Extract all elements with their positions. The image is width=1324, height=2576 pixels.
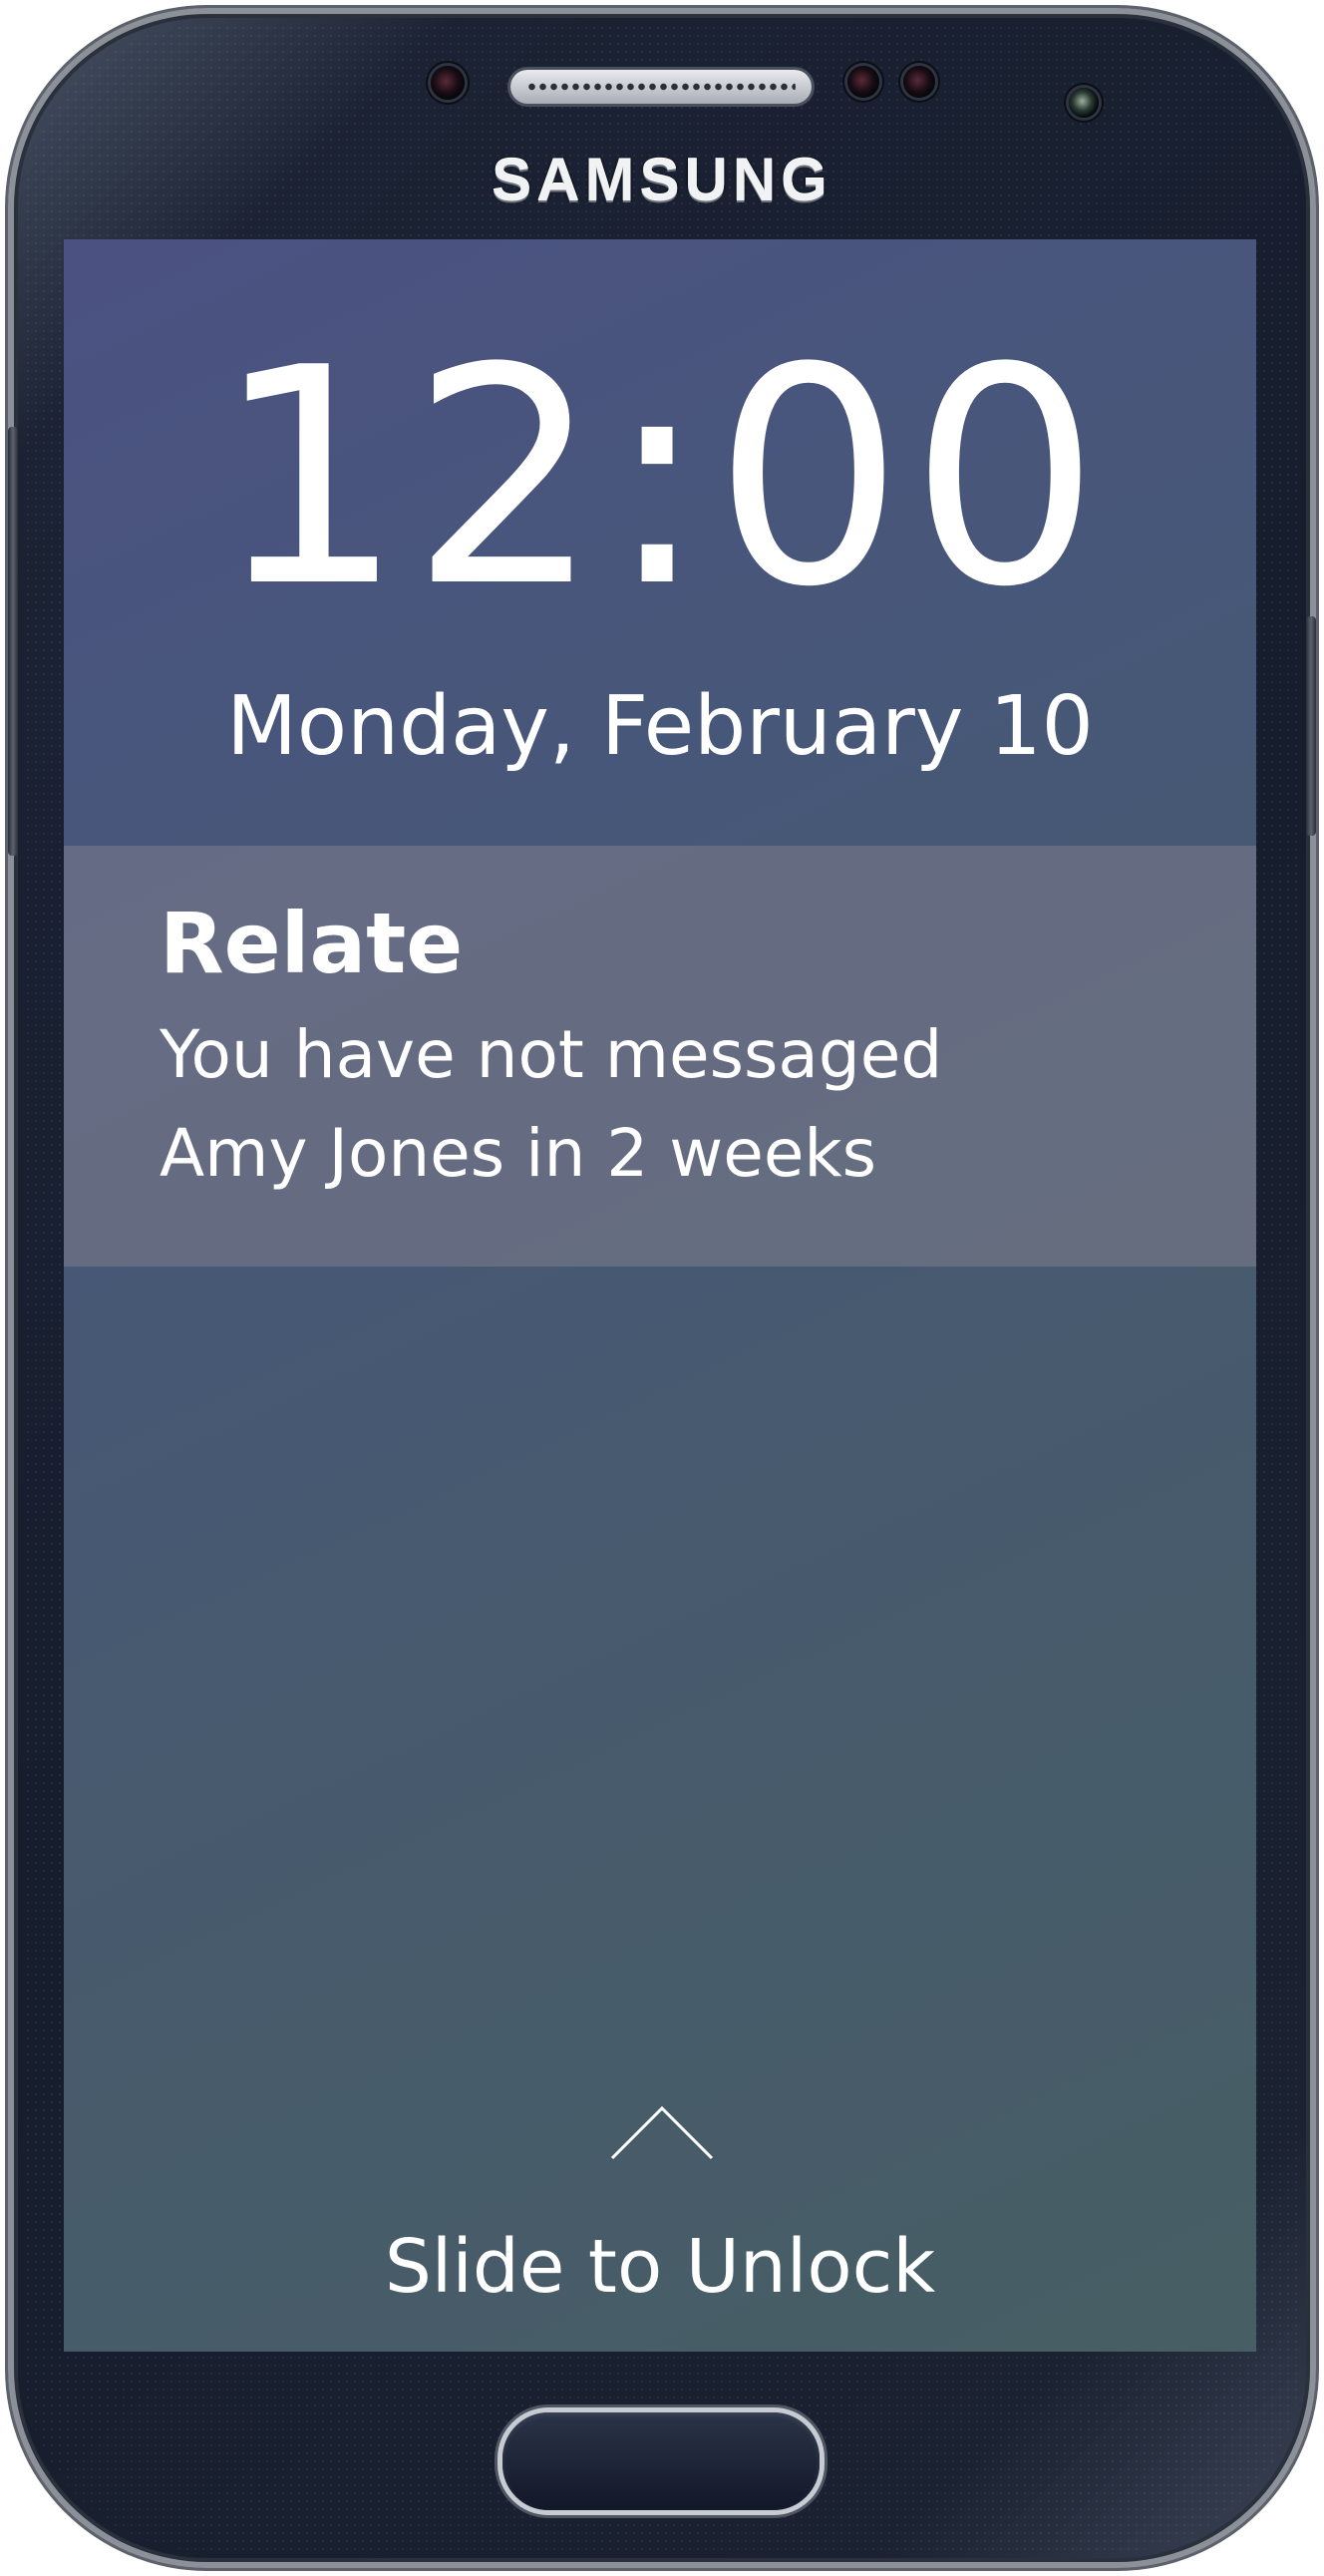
home-button[interactable]	[502, 2412, 820, 2510]
chevron-up-icon[interactable]	[610, 2104, 714, 2160]
slide-to-unlock-label[interactable]: Slide to Unlock	[64, 2230, 1256, 2304]
notification-app-name: Relate	[160, 895, 464, 992]
proximity-sensor-icon	[431, 66, 465, 100]
clock-date: Monday, February 10	[226, 679, 1094, 774]
notification-message: You have not messaged Amy Jones in 2 wee…	[160, 1005, 1196, 1203]
power-button[interactable]	[1306, 616, 1316, 836]
lock-screen[interactable]: 12:00 Monday, February 10 Relate You hav…	[64, 239, 1256, 2352]
brand-logo: SAMSUNG	[492, 147, 832, 213]
earpiece-speaker	[510, 70, 812, 104]
light-sensor-icon	[847, 66, 879, 98]
clock-time: 12:00	[213, 304, 1107, 652]
phone-frame: SAMSUNG 12:00 Monday, February 10 Relate…	[8, 8, 1316, 2568]
speaker-grill-icon	[526, 80, 796, 94]
front-camera-icon	[1069, 88, 1099, 118]
notification-message-line-2: Amy Jones in 2 weeks	[160, 1115, 877, 1192]
notification-card[interactable]: Relate You have not messaged Amy Jones i…	[64, 846, 1256, 1267]
ir-sensor-icon	[903, 66, 935, 98]
volume-button[interactable]	[8, 427, 18, 856]
notification-message-line-1: You have not messaged	[160, 1016, 943, 1093]
